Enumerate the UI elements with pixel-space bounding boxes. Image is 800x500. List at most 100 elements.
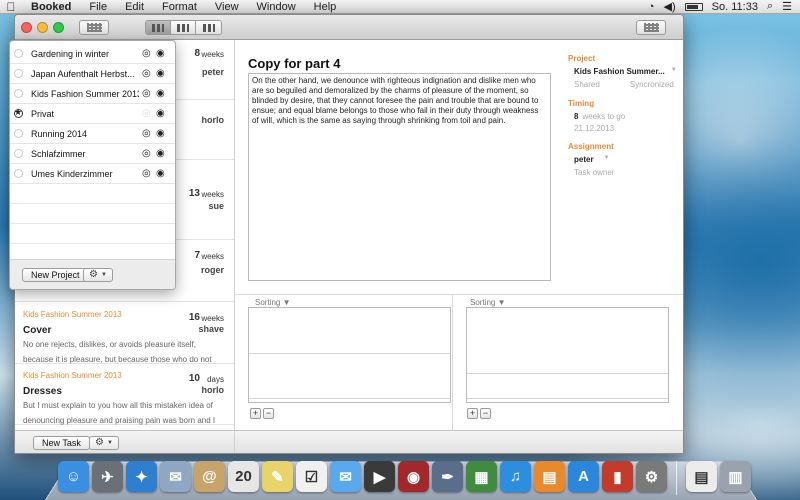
eye-icon[interactable]: ◉ xyxy=(156,88,165,99)
project-row[interactable]: Running 2014 ◎ ◉ xyxy=(10,124,175,144)
timing-header: Timing xyxy=(568,99,595,108)
share-icon[interactable]: ◎ xyxy=(142,48,151,59)
project-header: Project xyxy=(568,54,596,63)
view-mode-segmented-control xyxy=(145,20,222,35)
numbers-icon[interactable]: ▦ xyxy=(466,461,497,492)
menu-help[interactable]: Help xyxy=(305,0,346,14)
new-project-button[interactable]: New Project xyxy=(22,268,89,282)
spotlight-icon[interactable]: ⌕ xyxy=(767,0,773,13)
menu-file[interactable]: File xyxy=(80,0,116,14)
launchpad-icon[interactable]: ✈ xyxy=(92,461,123,492)
sorting-selector-left[interactable]: Sorting ▼ xyxy=(255,298,291,307)
eye-icon[interactable]: ◉ xyxy=(156,168,165,179)
booked-app-icon[interactable]: ▮ xyxy=(602,461,633,492)
subtask-list-left[interactable] xyxy=(248,307,451,403)
menu-edit[interactable]: Edit xyxy=(116,0,153,14)
safari-icon[interactable]: ✦ xyxy=(126,461,157,492)
project-row[interactable]: Kids Fashion Summer 2013 ◎ ◉ xyxy=(10,84,175,104)
projects-toggle-button[interactable] xyxy=(79,20,109,35)
view-mode-list[interactable] xyxy=(146,21,171,34)
share-icon[interactable]: ◎ xyxy=(142,148,151,159)
task-description-line: But I must explain to you how all this m… xyxy=(23,401,213,410)
timing-row[interactable]: 8 weeks to go xyxy=(568,112,678,121)
wifi-icon[interactable]: ◔ xyxy=(648,1,655,13)
close-button[interactable] xyxy=(21,22,32,33)
menu-clock[interactable]: So. 11:33 xyxy=(712,1,758,13)
preview-icon[interactable]: ✒ xyxy=(432,461,463,492)
apple-menu-icon[interactable]:  xyxy=(0,0,22,14)
project-selector[interactable]: Kids Fashion Summer... ▼ xyxy=(568,67,678,76)
ibooks-icon[interactable]: ▤ xyxy=(534,461,565,492)
sorting-selector-right[interactable]: Sorting ▼ xyxy=(470,298,506,307)
share-icon[interactable]: ◎ xyxy=(142,108,151,119)
project-actions-button[interactable]: ⚙ ▼ xyxy=(83,268,113,282)
task-row[interactable]: Kids Fashion Summer 2013 Cover No one re… xyxy=(15,304,234,364)
menu-format[interactable]: Format xyxy=(153,0,206,14)
trash-icon[interactable]: ▥ xyxy=(720,461,751,492)
task-title[interactable]: Copy for part 4 xyxy=(248,56,340,71)
inspector-toggle-button[interactable] xyxy=(636,20,666,35)
minimize-button[interactable] xyxy=(37,22,48,33)
project-row[interactable]: Schlafzimmer ◎ ◉ xyxy=(10,144,175,164)
subtask-list-right[interactable] xyxy=(466,307,669,403)
battery-icon[interactable] xyxy=(684,2,703,11)
timing-date-row[interactable]: 21.12.2013 xyxy=(568,124,678,133)
assignee-selector[interactable]: peter ▼ xyxy=(568,155,678,164)
share-icon[interactable]: ◎ xyxy=(142,68,151,79)
remove-item-button-right[interactable]: − xyxy=(480,408,491,419)
volume-icon[interactable]: ◀) xyxy=(664,0,676,13)
task-row[interactable]: Kids Fashion Summer 2013 Dresses But I m… xyxy=(15,365,234,425)
view-mode-grid[interactable] xyxy=(196,21,221,34)
view-mode-board[interactable] xyxy=(171,21,196,34)
dock-separator xyxy=(676,461,677,495)
reminders-icon[interactable]: ☑ xyxy=(296,461,327,492)
eye-icon[interactable]: ◉ xyxy=(156,108,165,119)
task-list-footer: New Task ⚙ ▼ xyxy=(15,430,234,453)
task-detail: Copy for part 4 On the other hand, we de… xyxy=(235,40,683,453)
app-store-icon[interactable]: A xyxy=(568,461,599,492)
project-radio[interactable] xyxy=(14,169,23,178)
task-notes-field[interactable]: On the other hand, we denounce with righ… xyxy=(248,73,551,281)
project-row[interactable]: Umes Kinderzimmer ◎ ◉ xyxy=(10,164,175,184)
calendar-icon[interactable]: 20 xyxy=(228,461,259,492)
menu-window[interactable]: Window xyxy=(248,0,305,14)
finder-icon[interactable]: ☺ xyxy=(58,461,89,492)
project-row[interactable]: Gardening in winter ◎ ◉ xyxy=(10,44,175,64)
eye-icon[interactable]: ◉ xyxy=(156,48,165,59)
document-stack-icon[interactable]: ▤ xyxy=(686,461,717,492)
add-item-button-right[interactable]: + xyxy=(467,408,478,419)
chevron-down-icon: ▼ xyxy=(282,298,291,307)
project-radio[interactable] xyxy=(14,149,23,158)
project-radio[interactable] xyxy=(14,129,23,138)
remove-item-button-left[interactable]: − xyxy=(263,408,274,419)
facetime-icon[interactable]: ▶ xyxy=(364,461,395,492)
project-row[interactable]: Japan Aufenthalt Herbst... ◎ ◉ xyxy=(10,64,175,84)
new-task-button[interactable]: New Task xyxy=(33,436,90,450)
list-divider xyxy=(249,353,450,354)
share-icon[interactable]: ◎ xyxy=(142,128,151,139)
project-radio[interactable] xyxy=(14,49,23,58)
zoom-button[interactable] xyxy=(53,22,64,33)
task-actions-button[interactable]: ⚙ ▼ xyxy=(89,436,119,450)
notes-icon[interactable]: ✎ xyxy=(262,461,293,492)
task-duration-number: 8 xyxy=(194,48,200,59)
system-preferences-icon[interactable]: ⚙ xyxy=(636,461,667,492)
contacts-icon[interactable]: @ xyxy=(194,461,225,492)
eye-icon[interactable]: ◉ xyxy=(156,68,165,79)
itunes-icon[interactable]: ♫ xyxy=(500,461,531,492)
share-icon[interactable]: ◎ xyxy=(142,168,151,179)
eye-icon[interactable]: ◉ xyxy=(156,148,165,159)
menu-app[interactable]: Booked xyxy=(22,0,80,14)
notification-center-icon[interactable]: ☰ xyxy=(782,0,792,13)
share-icon[interactable]: ◎ xyxy=(142,88,151,99)
photo-booth-icon[interactable]: ◉ xyxy=(398,461,429,492)
project-row[interactable]: Privat ◎ ◉ xyxy=(10,104,175,124)
eye-icon[interactable]: ◉ xyxy=(156,128,165,139)
project-radio-selected[interactable] xyxy=(14,107,23,118)
project-radio[interactable] xyxy=(14,89,23,98)
mail-icon[interactable]: ✉ xyxy=(160,461,191,492)
messages-icon[interactable]: ✉ xyxy=(330,461,361,492)
add-item-button-left[interactable]: + xyxy=(250,408,261,419)
project-radio[interactable] xyxy=(14,69,23,78)
menu-view[interactable]: View xyxy=(206,0,248,14)
